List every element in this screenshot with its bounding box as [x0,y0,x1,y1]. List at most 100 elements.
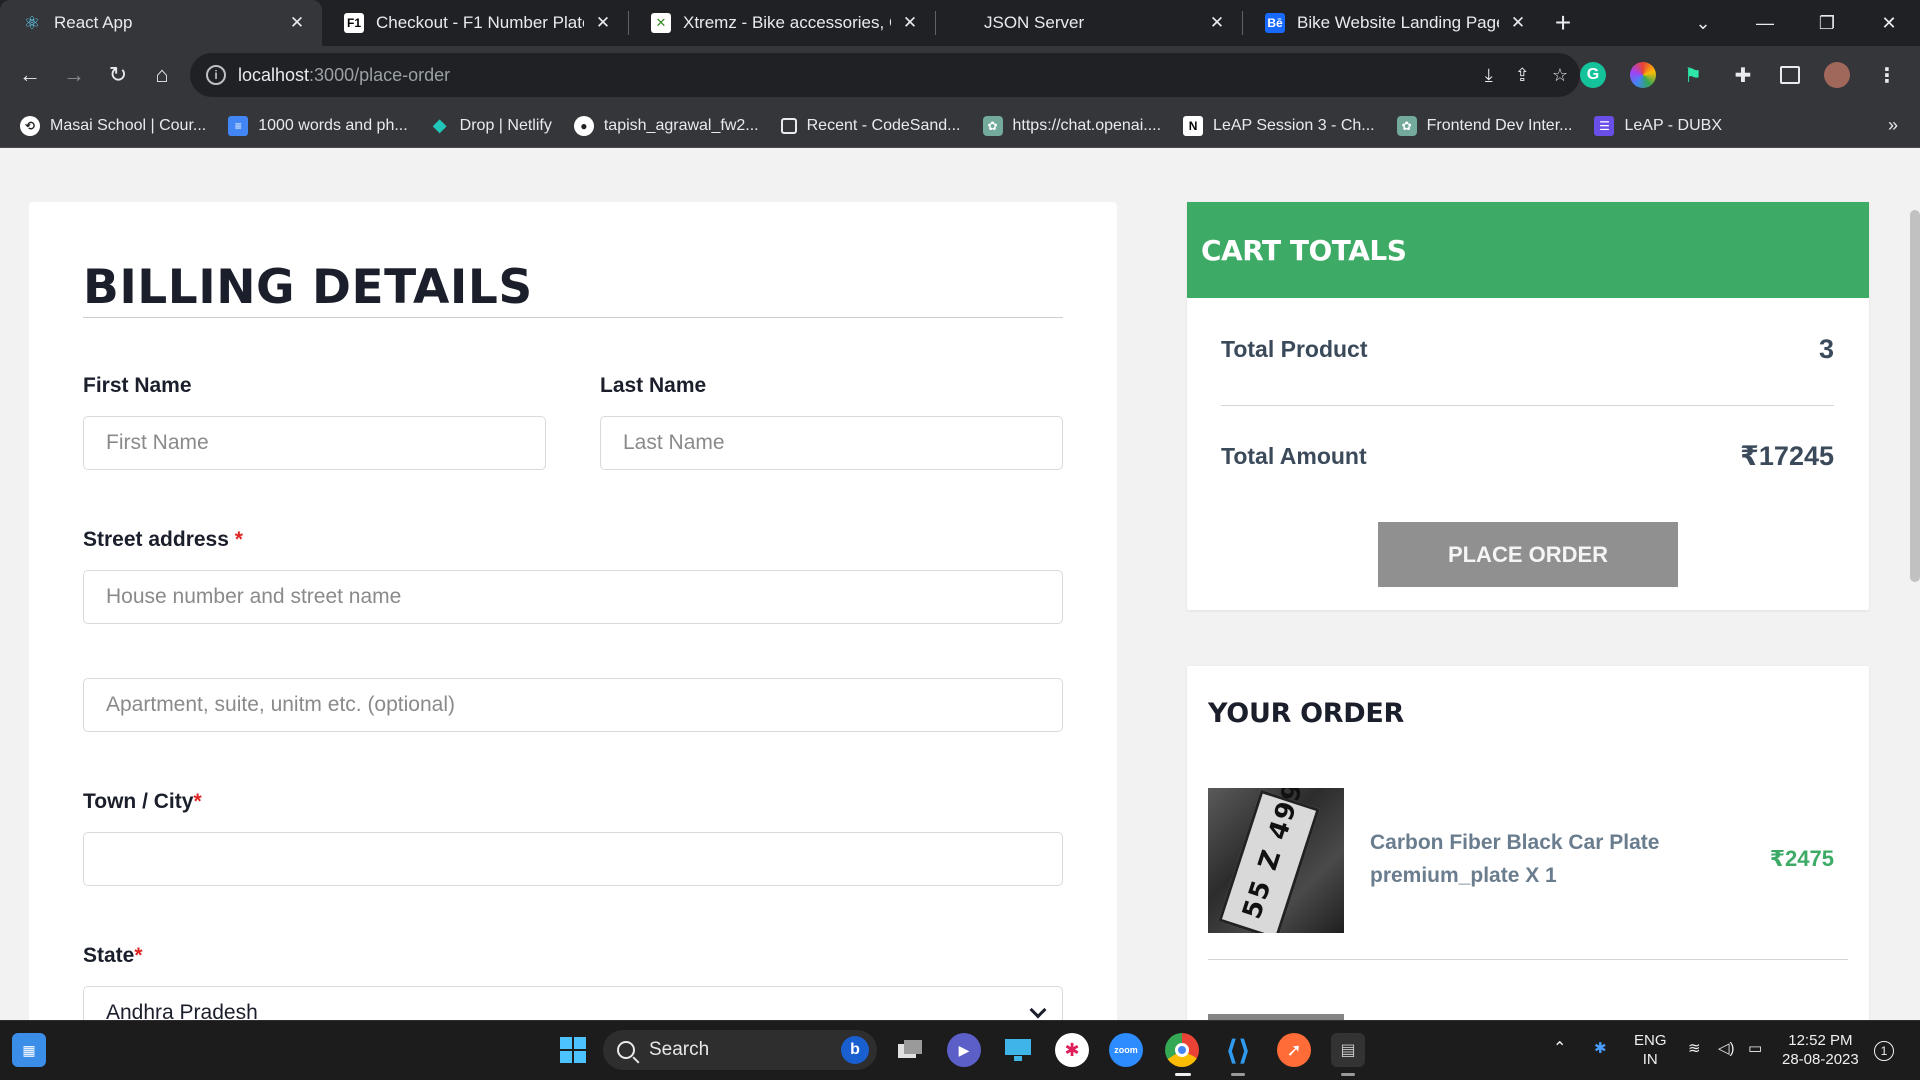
state-field: State* Andhra Pradesh [83,944,1063,1020]
task-view-icon[interactable] [893,1033,927,1067]
last-name-label: Last Name [600,374,707,397]
chevron-up-icon[interactable]: ⌃ [1553,1039,1566,1058]
color-picker-extension-icon[interactable] [1630,62,1656,88]
minimize-icon[interactable]: — [1734,0,1796,46]
state-label-text: State [83,944,135,967]
forward-icon[interactable]: → [52,53,96,97]
language-indicator[interactable]: ENG IN [1634,1031,1667,1069]
town-city-label-text: Town / City [83,790,194,813]
tab-title: JSON Server [984,13,1085,32]
tab-bike-website[interactable]: Bē Bike Website Landing Page Ui ✕ [1243,0,1543,46]
bookmark-label: Drop | Netlify [459,116,552,134]
bookmarks-overflow-button[interactable]: » [1888,115,1898,136]
bookmark-label: tapish_agrawal_fw2... [603,116,759,134]
xtremz-icon: ✕ [651,13,671,33]
bookmark-chatgpt[interactable]: ✿ https://chat.openai.... [982,115,1161,136]
notification-badge[interactable]: 1 [1874,1041,1894,1061]
street-address-input[interactable] [83,570,1063,624]
extensions-puzzle-icon[interactable]: ✚ [1730,62,1756,88]
bookmark-masai[interactable]: ⟲ Masai School | Cour... [20,115,206,136]
window-close-icon[interactable]: ✕ [1858,0,1920,46]
volume-icon[interactable]: ◁) [1718,1039,1735,1058]
product-name: Carbon Fiber Black Car Plate premium_pla… [1370,831,1660,887]
bookmark-label: 1000 words and ph... [258,116,408,134]
codeium-extension-icon[interactable]: ⚑ [1680,62,1706,88]
bookmark-leap-dubx[interactable]: ☰ LeAP - DUBX [1594,115,1723,136]
side-panel-icon[interactable] [1780,66,1800,84]
first-name-label: First Name [83,374,192,397]
street-address-field: Street address * [83,528,1063,732]
battery-icon[interactable]: ▭ [1748,1039,1762,1058]
close-icon[interactable]: ✕ [286,12,308,34]
avatar[interactable] [1824,62,1850,88]
windows-start-icon[interactable] [556,1033,590,1067]
calculator-icon[interactable]: ▤ [1331,1033,1365,1067]
slack-icon[interactable]: ✱ [1055,1033,1089,1067]
widgets-icon[interactable]: ▦ [12,1033,46,1067]
url-bar[interactable]: i localhost:3000/place-order ⤓ ⇪ ☆ [190,53,1580,97]
number-plate-graphic: KL 55 Z 4994 [1218,788,1320,933]
bluetooth-icon[interactable]: ✱ [1594,1039,1607,1058]
close-icon[interactable]: ✕ [1206,12,1228,34]
postman-icon[interactable]: ➚ [1277,1033,1311,1067]
page-scrollbar[interactable] [1910,210,1920,582]
tab-xtremz[interactable]: ✕ Xtremz - Bike accessories, Car ✕ [629,0,935,46]
tab-search-chevron-icon[interactable]: ⌄ [1672,0,1734,46]
tab-f1-number-plates[interactable]: F1 Checkout - F1 Number Plates ✕ [322,0,628,46]
total-product-value: 3 [1818,334,1834,364]
extensions-area: G ⚑ ✚ ⋮ [1580,53,1900,97]
bookmark-star-icon[interactable]: ☆ [1552,65,1568,86]
home-icon[interactable]: ⌂ [140,53,184,97]
grammarly-icon[interactable]: G [1580,62,1606,88]
bookmark-netlify[interactable]: ◆ Drop | Netlify [430,115,552,136]
bing-icon[interactable]: b [841,1036,869,1064]
clock-time: 12:52 PM [1788,1032,1853,1049]
bookmark-docs[interactable]: ≡ 1000 words and ph... [228,115,408,136]
clock[interactable]: 12:52 PM 28-08-2023 [1782,1031,1859,1069]
vscode-icon[interactable]: ⟨⟩ [1221,1033,1255,1067]
state-select[interactable]: Andhra Pradesh [83,986,1063,1020]
new-tab-button[interactable]: + [1543,0,1583,46]
plate-text: KL 55 Z 4994 [1221,788,1317,933]
install-app-icon[interactable]: ⤓ [1485,65,1493,86]
running-app-indicator [1341,1073,1355,1076]
wifi-icon[interactable]: ≋ [1688,1039,1701,1058]
first-name-input[interactable] [83,416,546,470]
openai-icon: ✿ [1396,115,1417,136]
bookmark-github[interactable]: ● tapish_agrawal_fw2... [573,115,759,136]
bookmarks-bar: ⟲ Masai School | Cour... ≡ 1000 words an… [0,104,1920,148]
reload-icon[interactable]: ↻ [96,53,140,97]
back-icon[interactable]: ← [8,53,52,97]
bookmark-label: Recent - CodeSand... [806,116,961,134]
bookmark-leap-session[interactable]: N LeAP Session 3 - Ch... [1183,115,1375,136]
total-amount-value: ₹17245 [1740,441,1834,471]
share-icon[interactable]: ⇪ [1515,65,1530,86]
close-icon[interactable]: ✕ [899,12,921,34]
chrome-icon[interactable] [1165,1033,1199,1067]
close-icon[interactable]: ✕ [1507,12,1529,34]
tab-json-server[interactable]: JSON Server ✕ [936,0,1242,46]
bookmark-label: LeAP - DUBX [1624,116,1723,134]
tab-react-app[interactable]: ⚛ React App ✕ [0,0,322,46]
running-app-indicator [1231,1073,1245,1076]
billing-title: BILLING DETAILS [83,260,533,315]
list-icon: ☰ [1594,115,1615,136]
teams-chat-icon[interactable]: ▶ [947,1033,981,1067]
town-city-input[interactable] [83,832,1063,886]
last-name-input[interactable] [600,416,1063,470]
zoom-icon[interactable]: zoom [1109,1033,1143,1067]
desktop-icon[interactable] [1001,1033,1035,1067]
street-address-label: Street address * [83,528,1063,552]
bookmark-frontend-dev[interactable]: ✿ Frontend Dev Inter... [1396,115,1572,136]
taskbar-search[interactable]: Search b [603,1030,877,1070]
restore-icon[interactable]: ❐ [1796,0,1858,46]
menu-kebab-icon[interactable]: ⋮ [1874,62,1900,88]
close-icon[interactable]: ✕ [592,12,614,34]
your-order-title: YOUR ORDER [1208,698,1405,729]
apartment-input[interactable] [83,678,1063,732]
openai-icon: ✿ [982,115,1003,136]
place-order-button[interactable]: PLACE ORDER [1378,522,1678,587]
site-info-icon[interactable]: i [206,65,226,85]
totals-divider [1221,405,1834,406]
bookmark-codesandbox[interactable]: Recent - CodeSand... [780,116,961,135]
